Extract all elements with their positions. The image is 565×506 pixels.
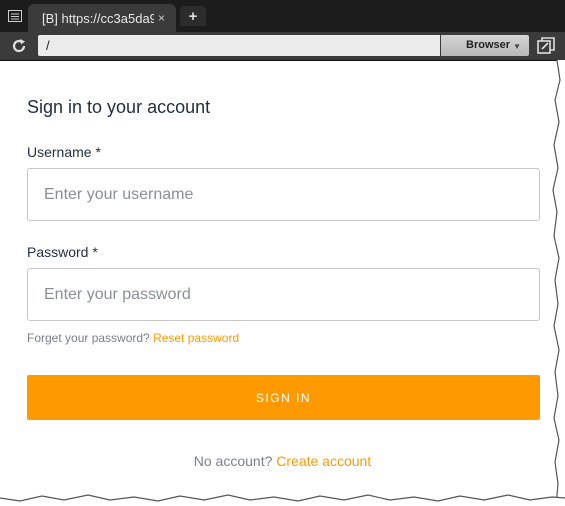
browser-tab[interactable]: [B] https://cc3a5da9t ×	[28, 4, 176, 32]
username-label: Username *	[27, 144, 101, 160]
password-label: Password *	[27, 244, 98, 260]
username-input[interactable]	[27, 168, 540, 221]
create-account-row: No account? Create account	[0, 453, 565, 469]
reload-icon[interactable]	[9, 36, 29, 56]
no-account-text: No account?	[193, 453, 273, 469]
torn-edge-bottom	[0, 494, 565, 506]
tab-title: [B] https://cc3a5da9t	[42, 10, 154, 26]
page-title: Sign in to your account	[27, 97, 211, 117]
browser-toolbar: / Browser ▼	[0, 32, 565, 61]
chevron-down-icon: ▼	[513, 42, 521, 51]
browser-select-label: Browser	[466, 39, 511, 51]
new-tab-button[interactable]: +	[180, 6, 206, 26]
forgot-password-text: Forget your password?	[27, 331, 150, 345]
browser-select[interactable]: Browser ▼	[441, 35, 529, 56]
tab-strip: [B] https://cc3a5da9t × +	[0, 0, 565, 32]
tab-close-icon[interactable]: ×	[158, 11, 165, 25]
screenshot-frame: [B] https://cc3a5da9t × + / Browser ▼ Si…	[0, 0, 565, 506]
password-input[interactable]	[27, 268, 540, 321]
url-bar[interactable]: /	[38, 35, 440, 56]
torn-edge-right	[552, 60, 565, 506]
reset-password-link[interactable]: Reset password	[153, 331, 239, 345]
sign-in-button[interactable]: SIGN IN	[27, 375, 540, 420]
create-account-link[interactable]: Create account	[276, 453, 371, 469]
window-restore-icon[interactable]	[536, 36, 556, 56]
forgot-password-row: Forget your password? Reset password	[27, 331, 239, 345]
tab-list-icon[interactable]	[5, 7, 25, 25]
page-content: Sign in to your account Username * Passw…	[0, 61, 565, 506]
